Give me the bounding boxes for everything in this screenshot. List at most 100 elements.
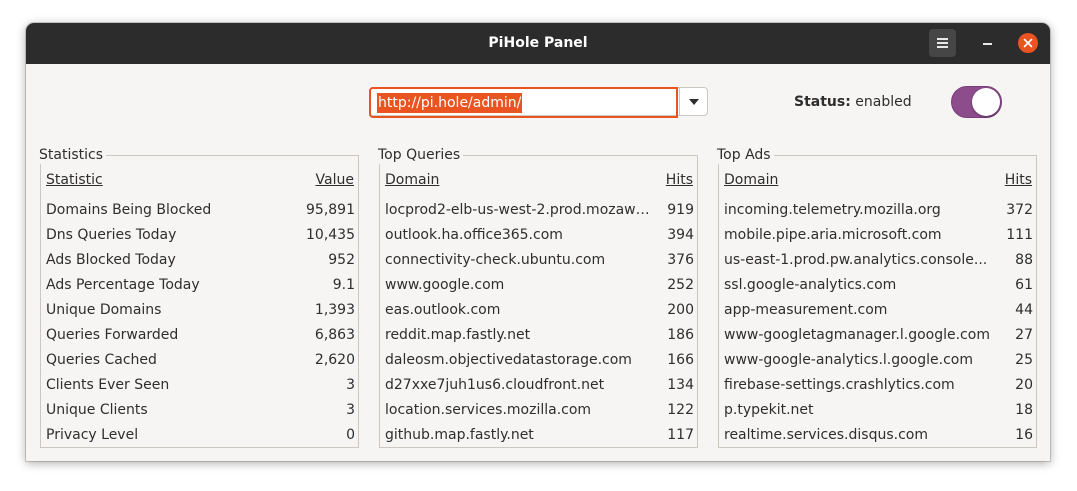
row-value: 117 (667, 427, 694, 443)
table-row[interactable]: Queries Cached 2,620 (46, 348, 355, 373)
table-row[interactable]: reddit.map.fastly.net 186 (385, 323, 694, 348)
row-value: 9.1 (332, 277, 355, 293)
table-row[interactable]: Unique Domains 1,393 (46, 298, 355, 323)
row-value: 134 (667, 377, 694, 393)
table-row[interactable]: ssl.google-analytics.com 61 (724, 273, 1033, 298)
table-row[interactable]: location.services.mozilla.com 122 (385, 398, 694, 423)
row-value: 88 (1015, 252, 1033, 268)
row-name: firebase-settings.crashlytics.com (724, 377, 955, 393)
top-queries-title: Top Queries (378, 146, 464, 164)
queries-col-hits[interactable]: Hits (666, 169, 693, 191)
table-row[interactable]: realtime.services.disqus.com 16 (724, 423, 1033, 448)
row-name: Unique Clients (46, 402, 148, 418)
row-value: 20 (1015, 377, 1033, 393)
row-name: www-google-analytics.l.google.com (724, 352, 973, 368)
menu-icon (937, 38, 948, 40)
row-name: connectivity-check.ubuntu.com (385, 252, 606, 268)
row-name: github.map.fastly.net (385, 427, 534, 443)
row-name: eas.outlook.com (385, 302, 501, 318)
row-name: Domains Being Blocked (46, 202, 212, 218)
row-value: 372 (1006, 202, 1033, 218)
ads-col-domain[interactable]: Domain (724, 169, 778, 191)
app-window: PiHole Panel http://pi.hole/admin/ Statu… (26, 23, 1050, 461)
title-bar[interactable]: PiHole Panel (26, 23, 1050, 64)
table-row[interactable]: eas.outlook.com 200 (385, 298, 694, 323)
row-value: 3 (346, 402, 355, 418)
minimize-icon (983, 43, 992, 45)
table-row[interactable]: www-googletagmanager.l.google.com 27 (724, 323, 1033, 348)
table-row[interactable]: Domains Being Blocked 95,891 (46, 198, 355, 223)
row-name: Queries Forwarded (46, 327, 179, 343)
close-button[interactable] (1018, 33, 1038, 53)
toggle-knob[interactable] (972, 88, 1000, 116)
enable-toggle[interactable] (951, 86, 1002, 118)
row-value: 919 (667, 202, 694, 218)
table-row[interactable]: github.map.fastly.net 117 (385, 423, 694, 448)
row-value: 394 (667, 227, 694, 243)
row-name: www-googletagmanager.l.google.com (724, 327, 990, 343)
row-value: 166 (667, 352, 694, 368)
row-value: 252 (667, 277, 694, 293)
row-value: 186 (667, 327, 694, 343)
row-name: Ads Blocked Today (46, 252, 176, 268)
table-row[interactable]: Clients Ever Seen 3 (46, 373, 355, 398)
url-dropdown-button[interactable] (679, 88, 709, 115)
table-row[interactable]: d27xxe7juh1us6.cloudfront.net 134 (385, 373, 694, 398)
row-value: 0 (346, 427, 355, 443)
ads-col-hits[interactable]: Hits (1005, 169, 1032, 191)
row-value: 18 (1015, 402, 1033, 418)
table-row[interactable]: www.google.com 252 (385, 273, 694, 298)
table-row[interactable]: www-google-analytics.l.google.com 25 (724, 348, 1033, 373)
statistics-frame: Statistic Value Domains Being Blocked 95,… (40, 155, 359, 448)
row-value: 952 (328, 252, 355, 268)
status-label: Status: (794, 94, 851, 110)
row-name: Clients Ever Seen (46, 377, 170, 393)
row-name: daleosm.objectivedatastorage.com (385, 352, 632, 368)
statistics-col-value[interactable]: Value (316, 169, 354, 191)
hamburger-menu-button[interactable] (929, 29, 956, 57)
row-value: 61 (1015, 277, 1033, 293)
row-name: Ads Percentage Today (46, 277, 200, 293)
table-row[interactable]: daleosm.objectivedatastorage.com 166 (385, 348, 694, 373)
row-name: us-east-1.prod.pw.analytics.console... (724, 252, 988, 268)
row-name: locprod2-elb-us-west-2.prod.mozaws.n... (385, 202, 655, 218)
statistics-col-statistic[interactable]: Statistic (46, 169, 103, 191)
row-value: 10,435 (306, 227, 355, 243)
table-row[interactable]: app-measurement.com 44 (724, 298, 1033, 323)
url-input-text[interactable]: http://pi.hole/admin/ (377, 93, 523, 113)
row-value: 200 (667, 302, 694, 318)
table-row[interactable]: p.typekit.net 18 (724, 398, 1033, 423)
table-row[interactable]: incoming.telemetry.mozilla.org 372 (724, 198, 1033, 223)
row-name: Unique Domains (46, 302, 162, 318)
table-row[interactable]: Ads Percentage Today 9.1 (46, 273, 355, 298)
row-name: app-measurement.com (724, 302, 888, 318)
table-row[interactable]: Queries Forwarded 6,863 (46, 323, 355, 348)
row-value: 16 (1015, 427, 1033, 443)
table-row[interactable]: Unique Clients 3 (46, 398, 355, 423)
url-combobox[interactable]: http://pi.hole/admin/ (369, 87, 709, 118)
url-input[interactable]: http://pi.hole/admin/ (369, 87, 678, 118)
table-row[interactable]: locprod2-elb-us-west-2.prod.mozaws.n... 9… (385, 198, 694, 223)
queries-col-domain[interactable]: Domain (385, 169, 439, 191)
table-row[interactable]: outlook.ha.office365.com 394 (385, 223, 694, 248)
row-value: 122 (667, 402, 694, 418)
row-name: d27xxe7juh1us6.cloudfront.net (385, 377, 605, 393)
table-row[interactable]: us-east-1.prod.pw.analytics.console... 88 (724, 248, 1033, 273)
table-row[interactable]: mobile.pipe.aria.microsoft.com 111 (724, 223, 1033, 248)
status-value: enabled (855, 94, 912, 110)
table-row[interactable]: firebase-settings.crashlytics.com 20 (724, 373, 1033, 398)
row-value: 3 (346, 377, 355, 393)
table-row[interactable]: Ads Blocked Today 952 (46, 248, 355, 273)
minimize-button[interactable] (980, 35, 996, 51)
row-name: Dns Queries Today (46, 227, 177, 243)
table-row[interactable]: Privacy Level 0 (46, 423, 355, 448)
row-value: 25 (1015, 352, 1033, 368)
row-name: reddit.map.fastly.net (385, 327, 531, 343)
table-row[interactable]: Dns Queries Today 10,435 (46, 223, 355, 248)
table-row[interactable]: connectivity-check.ubuntu.com 376 (385, 248, 694, 273)
top-ads-title: Top Ads (717, 146, 774, 164)
row-value: 27 (1015, 327, 1033, 343)
row-value: 111 (1006, 227, 1033, 243)
row-name: realtime.services.disqus.com (724, 427, 928, 443)
top-ads-frame: Domain Hits incoming.telemetry.mozilla.o… (718, 155, 1037, 448)
